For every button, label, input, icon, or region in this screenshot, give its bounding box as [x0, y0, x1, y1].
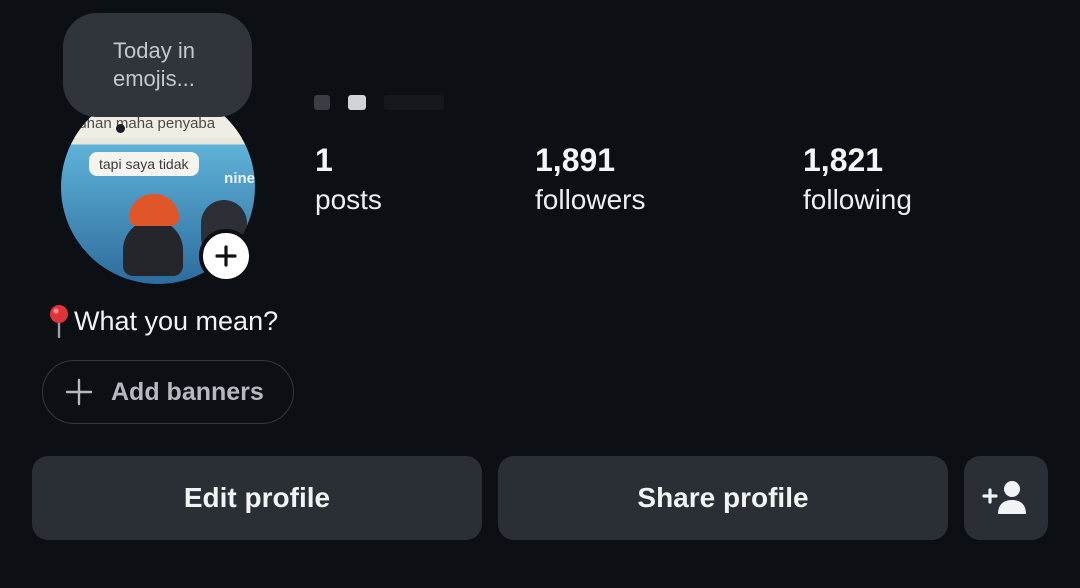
- note-text-line1: Today in: [113, 38, 195, 63]
- edit-profile-button[interactable]: Edit profile: [32, 456, 482, 540]
- pin-icon: [50, 305, 68, 339]
- profile-header: luhan maha penyaba tapi saya tidak nine …: [0, 0, 1080, 588]
- stat-posts-label: posts: [315, 184, 382, 215]
- stat-following-label: following: [803, 184, 912, 215]
- stat-followers-count: 1,891: [535, 142, 616, 178]
- avatar-image-hat: [129, 194, 179, 226]
- avatar-image-watermark: nine: [224, 170, 255, 187]
- edit-profile-label: Edit profile: [183, 482, 331, 513]
- share-profile-label: Share profile: [637, 482, 809, 513]
- stat-following[interactable]: 1,821 following: [803, 140, 912, 220]
- add-banners-button[interactable]: Add banners: [42, 360, 294, 424]
- add-person-icon: [982, 481, 1026, 514]
- stat-followers-label: followers: [535, 184, 646, 215]
- plus-icon: [215, 245, 237, 267]
- avatar-image-figure: [123, 220, 183, 276]
- bio: What you mean?: [44, 302, 278, 340]
- username-redacted: [314, 94, 444, 110]
- stat-followers[interactable]: 1,891 followers: [535, 140, 645, 220]
- stat-posts[interactable]: 1 posts: [315, 140, 382, 220]
- add-story-button[interactable]: [199, 229, 253, 283]
- bio-text: What you mean?: [74, 306, 279, 336]
- add-banners-label: Add banners: [111, 377, 264, 406]
- discover-people-button[interactable]: [964, 456, 1048, 540]
- plus-icon: [65, 378, 93, 406]
- note-text-line2: emojis...: [113, 66, 195, 91]
- note-tail-dot: [116, 124, 125, 133]
- share-profile-button[interactable]: Share profile: [498, 456, 948, 540]
- avatar-image-bubble: tapi saya tidak: [89, 152, 199, 176]
- note-bubble[interactable]: Today in emojis...: [63, 13, 252, 117]
- stat-following-count: 1,821: [803, 142, 884, 178]
- stat-posts-count: 1: [315, 142, 333, 178]
